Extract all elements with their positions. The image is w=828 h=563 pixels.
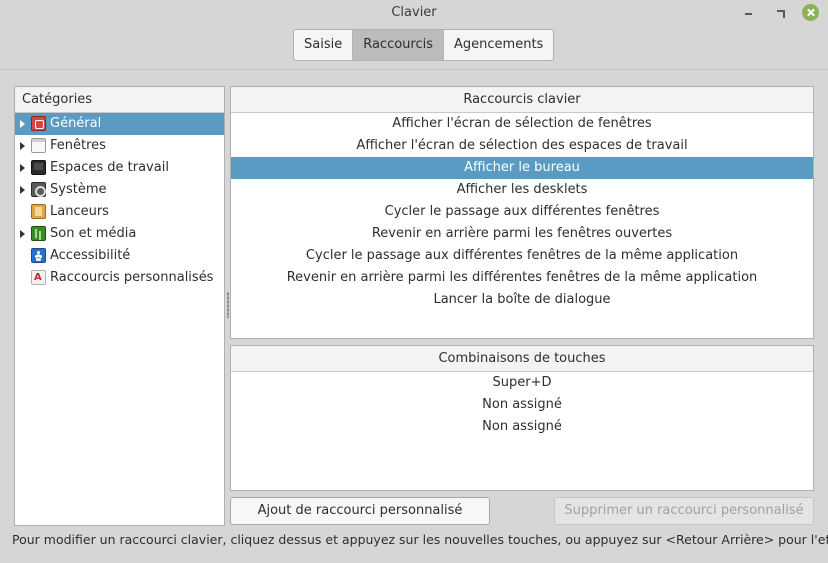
tab-raccourcis[interactable]: Raccourcis [353,30,445,60]
category-item[interactable]: Général [15,113,224,135]
expander-arrow-icon[interactable] [20,164,25,172]
shortcut-row[interactable]: Afficher les desklets [231,179,813,201]
category-item[interactable]: Lanceurs [15,201,224,223]
close-icon[interactable] [802,4,819,21]
windows-icon [31,138,46,153]
minimize-icon[interactable] [741,5,757,21]
shortcuts-header: Raccourcis clavier [231,87,813,113]
category-label: Son et média [50,226,137,241]
category-item[interactable]: Fenêtres [15,135,224,157]
category-label: Lanceurs [50,204,109,219]
accessibility-icon [31,248,46,263]
tab-bar: Saisie Raccourcis Agencements [293,29,555,61]
expander-arrow-icon[interactable] [20,120,25,128]
tab-saisie[interactable]: Saisie [294,30,354,60]
shortcut-row[interactable]: Afficher le bureau [231,157,813,179]
remove-custom-shortcut-button: Supprimer un raccourci personnalisé [554,497,814,525]
shortcuts-panel: Raccourcis clavier Afficher l'écran de s… [230,86,814,339]
expander-arrow-icon[interactable] [20,230,25,238]
workspaces-icon [31,160,46,175]
categories-header: Catégories [15,87,224,113]
shortcut-row[interactable]: Lancer la boîte de dialogue [231,289,813,311]
category-label: Espaces de travail [50,160,169,175]
title-bar: Clavier [0,0,828,26]
category-label: Raccourcis personnalisés [50,270,214,285]
categories-panel: Catégories Général Fenêtres Espaces de tra… [14,86,225,526]
category-label: Général [50,116,102,131]
binding-row[interactable]: Super+D [231,372,813,394]
category-item[interactable]: Son et média [15,223,224,245]
category-item[interactable]: Espaces de travail [15,157,224,179]
custom-shortcuts-icon [31,270,46,285]
shortcut-row[interactable]: Revenir en arrière parmi les fenêtres ou… [231,223,813,245]
binding-row[interactable]: Non assigné [231,394,813,416]
shortcut-row[interactable]: Cycler le passage aux différentes fenêtr… [231,245,813,267]
category-item[interactable]: Accessibilité [15,245,224,267]
shortcut-row[interactable]: Afficher l'écran de sélection de fenêtre… [231,113,813,135]
categories-list: Général Fenêtres Espaces de travail Système… [15,113,224,289]
shortcuts-list: Afficher l'écran de sélection de fenêtre… [231,113,813,311]
shortcut-row[interactable]: Cycler le passage aux différentes fenêtr… [231,201,813,223]
category-item[interactable]: Système [15,179,224,201]
bindings-header: Combinaisons de touches [231,346,813,372]
category-label: Système [50,182,107,197]
category-label: Accessibilité [50,248,131,263]
shortcut-row[interactable]: Afficher l'écran de sélection des espace… [231,135,813,157]
maximize-icon[interactable] [772,5,788,21]
expander-arrow-icon[interactable] [20,186,25,194]
bindings-panel: Combinaisons de touches Super+D Non assig… [230,345,814,491]
system-icon [31,182,46,197]
bindings-list: Super+D Non assigné Non assigné [231,372,813,438]
window-title: Clavier [391,5,437,20]
category-label: Fenêtres [50,138,106,153]
launchers-icon [31,204,46,219]
help-text: Pour modifier un raccourci clavier, cliq… [12,532,828,547]
binding-row[interactable]: Non assigné [231,416,813,438]
general-icon [31,116,46,131]
shortcut-row[interactable]: Revenir en arrière parmi les différentes… [231,267,813,289]
sound-media-icon [31,226,46,241]
category-item[interactable]: Raccourcis personnalisés [15,267,224,289]
pane-resize-handle[interactable] [227,292,229,318]
expander-arrow-icon[interactable] [20,142,25,150]
header-divider [0,69,828,70]
tab-agencements[interactable]: Agencements [444,30,553,60]
add-custom-shortcut-button[interactable]: Ajout de raccourci personnalisé [230,497,490,525]
